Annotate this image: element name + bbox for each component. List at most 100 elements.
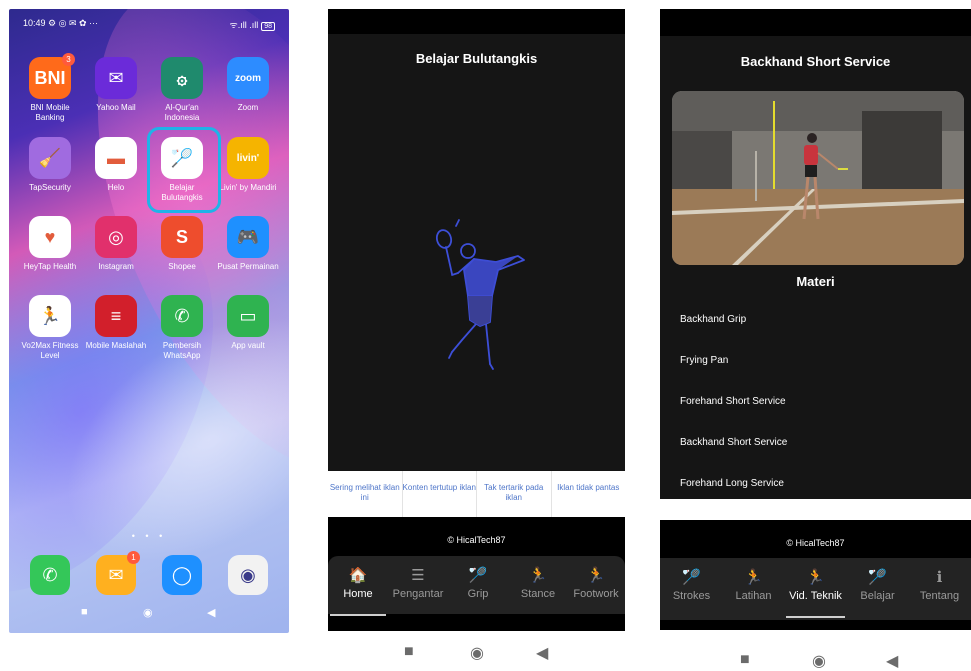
ad-feedback-option[interactable]: Tak tertarik pada iklan bbox=[477, 471, 552, 517]
app-heytap-health[interactable]: ♥ HeyTap Health bbox=[19, 216, 81, 272]
app-zoom[interactable]: zoom Zoom bbox=[217, 57, 279, 113]
app-al-qur-an-indonesia[interactable]: ۞ Al-Qur'an Indonesia bbox=[151, 57, 213, 123]
tab-tentang[interactable]: ℹ Tentang bbox=[908, 558, 971, 616]
app-mobile-maslahah[interactable]: ≡ Mobile Maslahah bbox=[85, 295, 147, 351]
app-helo[interactable]: ▬ Helo bbox=[85, 137, 147, 193]
app-tapsecurity[interactable]: 🧹 TapSecurity bbox=[19, 137, 81, 193]
ad-feedback-option[interactable]: Konten tertutup iklan bbox=[403, 471, 477, 517]
icon-glyph: ◯ bbox=[171, 564, 193, 585]
recents-button[interactable]: ■ bbox=[740, 651, 750, 669]
pembersih-whatsapp-icon: ✆ bbox=[161, 295, 203, 337]
top-status-strip bbox=[328, 9, 625, 34]
dock-messages[interactable]: ✉ 1 bbox=[85, 551, 147, 595]
tab-label: Strokes bbox=[672, 590, 711, 602]
materi-item-frying-pan[interactable]: Frying Pan bbox=[680, 355, 728, 366]
tab-stance[interactable]: 🏃 Stance bbox=[508, 556, 568, 614]
back-button[interactable]: ◀ bbox=[536, 643, 548, 663]
system-nav-bar: ■ ◉ ◀ bbox=[660, 651, 971, 670]
materi-heading: Materi bbox=[796, 274, 835, 289]
tab-label: Grip bbox=[467, 588, 489, 600]
bni-mobile-banking-icon: BNI 3 bbox=[29, 53, 75, 99]
messages-icon: ✉ 1 bbox=[96, 551, 140, 595]
tab-footwork[interactable]: 🏃 Footwork bbox=[566, 556, 625, 614]
app-label: Pembersih WhatsApp bbox=[162, 341, 202, 360]
tab-label: Footwork bbox=[573, 588, 619, 600]
app-label: HeyTap Health bbox=[23, 262, 77, 271]
status-time: 10:49 ⚙ ◎ ✉ ✿ ··· bbox=[23, 18, 99, 28]
zoom-icon: zoom bbox=[227, 57, 269, 99]
icon-glyph: ▭ bbox=[239, 305, 257, 326]
icon-glyph: 🏃 bbox=[38, 305, 62, 326]
notification-badge: 1 bbox=[127, 551, 140, 564]
video-thumbnail[interactable] bbox=[672, 91, 964, 265]
materi-item-backhand-grip[interactable]: Backhand Grip bbox=[680, 314, 746, 325]
info-icon: ℹ bbox=[936, 569, 943, 586]
heytap-health-icon: ♥ bbox=[29, 216, 71, 258]
tab-strokes[interactable]: 🏸 Strokes bbox=[660, 558, 723, 616]
tab-latihan[interactable]: 🏃 Latihan bbox=[722, 558, 785, 616]
home-screen-panel: 10:49 ⚙ ◎ ✉ ✿ ··· ᯤ.ıll .ıll 98 BNI 3 BNI M… bbox=[9, 9, 289, 633]
app-shopee[interactable]: S Shopee bbox=[151, 216, 213, 272]
phone-icon: ✆ bbox=[30, 555, 70, 595]
recents-button[interactable]: ■ bbox=[81, 606, 88, 618]
home-button[interactable]: ◉ bbox=[143, 606, 153, 619]
video-technique-icon: 🏃 bbox=[806, 569, 825, 586]
app-vo2max-fitness-level[interactable]: 🏃 Vo2Max Fitness Level bbox=[19, 295, 81, 361]
app-pusat-permainan[interactable]: 🎮 Pusat Permainan bbox=[217, 216, 279, 272]
notification-badge: 3 bbox=[62, 53, 75, 66]
ad-feedback-option[interactable]: Sering melihat iklan ini bbox=[328, 471, 403, 517]
app-instagram[interactable]: ◎ Instagram bbox=[85, 216, 147, 272]
tab-belajar[interactable]: 🏸 Belajar bbox=[846, 558, 909, 616]
helo-icon: ▬ bbox=[95, 137, 137, 179]
tab-vid-teknik[interactable]: 🏃 Vid. Teknik bbox=[784, 558, 847, 618]
signal-icon: ᯤ.ıll .ıll bbox=[229, 20, 259, 30]
tab-label: Latihan bbox=[735, 590, 772, 602]
home-icon: 🏠 bbox=[348, 567, 368, 584]
tab-pengantar[interactable]: ☰ Pengantar bbox=[388, 556, 448, 614]
al-qur-an-indonesia-icon: ۞ bbox=[161, 57, 203, 99]
icon-glyph: ✆ bbox=[42, 564, 58, 585]
back-button[interactable]: ◀ bbox=[886, 651, 898, 671]
home-button[interactable]: ◉ bbox=[470, 643, 484, 663]
tab-label: Tentang bbox=[919, 590, 960, 602]
app-bni-mobile-banking[interactable]: BNI 3 BNI Mobile Banking bbox=[19, 53, 81, 123]
app-label: Shopee bbox=[168, 262, 196, 271]
app-label: TapSecurity bbox=[29, 183, 71, 192]
tab-grip[interactable]: 🏸 Grip bbox=[448, 556, 508, 614]
dock-phone[interactable]: ✆ bbox=[19, 555, 81, 595]
tab-label: Stance bbox=[520, 588, 556, 600]
app-label: Pusat Permainan bbox=[217, 262, 279, 271]
app-app-vault[interactable]: ▭ App vault bbox=[217, 295, 279, 351]
tab-home[interactable]: 🏠 Home bbox=[328, 556, 388, 616]
ad-feedback-option[interactable]: Iklan tidak pantas bbox=[552, 471, 626, 517]
system-nav-bar: ■ ◉ ◀ bbox=[328, 643, 625, 662]
bottom-tab-bar: 🏠 Home ☰ Pengantar 🏸 Grip 🏃 Stance 🏃 Footwork bbox=[328, 556, 625, 616]
materi-item-forehand-short-service[interactable]: Forehand Short Service bbox=[680, 396, 786, 407]
video-technique-panel: Backhand Short Service Materi Backhand G… bbox=[660, 9, 971, 639]
app-pembersih-whatsapp[interactable]: ✆ Pembersih WhatsApp bbox=[151, 295, 213, 361]
strokes-icon: 🏸 bbox=[682, 569, 701, 586]
gym-court-image bbox=[672, 91, 964, 265]
back-button[interactable]: ◀ bbox=[207, 606, 215, 619]
icon-glyph: ♥ bbox=[44, 226, 56, 247]
page-title: Backhand Short Service bbox=[740, 54, 891, 69]
tapsecurity-icon: 🧹 bbox=[29, 137, 71, 179]
icon-glyph: ≡ bbox=[110, 305, 122, 326]
materi-item-forehand-long-service[interactable]: Forehand Long Service bbox=[680, 478, 784, 489]
mobile-maslahah-icon: ≡ bbox=[95, 295, 137, 337]
app-label: Helo bbox=[107, 183, 125, 192]
app-livin-by-mandiri[interactable]: livin' Livin' by Mandiri bbox=[217, 137, 279, 193]
icon-glyph: zoom bbox=[234, 72, 262, 84]
copyright-text: © HicalTech87 bbox=[447, 535, 506, 545]
materi-item-backhand-short-service[interactable]: Backhand Short Service bbox=[680, 437, 787, 448]
dock-chat[interactable]: ◯ bbox=[151, 555, 213, 595]
app-vault-icon: ▭ bbox=[227, 295, 269, 337]
page-indicator: • • • bbox=[131, 531, 167, 541]
home-button[interactable]: ◉ bbox=[812, 651, 826, 671]
app-yahoo-mail[interactable]: ✉ Yahoo Mail bbox=[85, 57, 147, 113]
racket-icon: 🏸 bbox=[468, 567, 488, 584]
dock-camera[interactable]: ◉ bbox=[217, 555, 279, 595]
icon-glyph: ✆ bbox=[174, 305, 190, 326]
active-tab-indicator bbox=[786, 616, 845, 618]
recents-button[interactable]: ■ bbox=[404, 643, 414, 661]
